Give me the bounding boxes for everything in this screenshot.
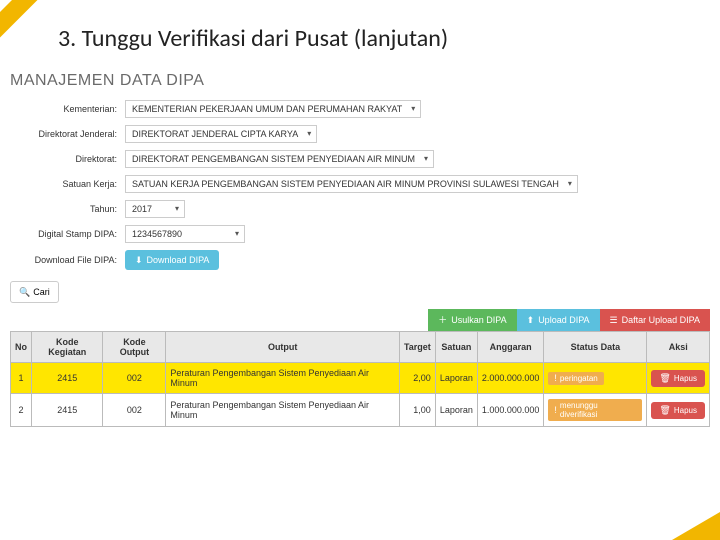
select-direktorat[interactable]: DIREKTORAT PENGEMBANGAN SISTEM PENYEDIAA… — [125, 150, 434, 168]
download-icon: ⬇ — [135, 256, 143, 265]
table-cell: 1 — [11, 363, 32, 394]
label-satker: Satuan Kerja: — [10, 179, 125, 189]
select-satker[interactable]: SATUAN KERJA PENGEMBANGAN SISTEM PENYEDI… — [125, 175, 578, 193]
table-cell: 1.000.000.000 — [477, 394, 544, 427]
usulkan-dipa-button[interactable]: ＋ Usulkan DIPA — [428, 309, 516, 331]
upload-icon: ⬆ — [527, 316, 535, 325]
bottom-accent — [672, 512, 720, 540]
delete-button[interactable]: 🗑 Hapus — [651, 370, 705, 387]
select-kementerian[interactable]: KEMENTERIAN PEKERJAAN UMUM DAN PERUMAHAN… — [125, 100, 421, 118]
action-cell: 🗑 Hapus — [647, 394, 710, 427]
label-tahun: Tahun: — [10, 204, 125, 214]
table-header: Aksi — [647, 332, 710, 363]
table-cell: 2415 — [32, 394, 103, 427]
select-dirjen[interactable]: DIREKTORAT JENDERAL CIPTA KARYA — [125, 125, 317, 143]
usulkan-label: Usulkan DIPA — [451, 315, 506, 325]
table-header: Kode Kegiatan — [32, 332, 103, 363]
status-badge: ! peringatan — [548, 372, 603, 385]
status-cell: ! peringatan — [544, 363, 647, 394]
table-cell: Peraturan Pengembangan Sistem Penyediaan… — [166, 394, 400, 427]
table-cell: 1,00 — [399, 394, 435, 427]
select-tahun[interactable]: 2017 — [125, 200, 185, 218]
table-cell: 002 — [103, 363, 166, 394]
table-header: Target — [399, 332, 435, 363]
label-dirjen: Direktorat Jenderal: — [10, 129, 125, 139]
table-cell: 2,00 — [399, 363, 435, 394]
action-toolbar: ＋ Usulkan DIPA ⬆ Upload DIPA ☰ Daftar Up… — [10, 309, 710, 331]
label-direktorat: Direktorat: — [10, 154, 125, 164]
download-dipa-button[interactable]: ⬇ Download DIPA — [125, 250, 219, 270]
table-cell: 002 — [103, 394, 166, 427]
table-cell: 2415 — [32, 363, 103, 394]
status-badge: ! menunggu diverifikasi — [548, 399, 642, 421]
table-cell: 2.000.000.000 — [477, 363, 544, 394]
label-download: Download File DIPA: — [10, 255, 125, 265]
table-cell: Laporan — [435, 363, 477, 394]
table-cell: Peraturan Pengembangan Sistem Penyediaan… — [166, 363, 400, 394]
table-header: Kode Output — [103, 332, 166, 363]
label-stamp: Digital Stamp DIPA: — [10, 229, 125, 239]
table-cell: 2 — [11, 394, 32, 427]
list-icon: ☰ — [610, 316, 618, 325]
table-header: Output — [166, 332, 400, 363]
table-header: Anggaran — [477, 332, 544, 363]
trash-icon: 🗑 — [659, 374, 670, 383]
table-row: 12415002Peraturan Pengembangan Sistem Pe… — [11, 363, 710, 394]
table-header: Satuan — [435, 332, 477, 363]
status-cell: ! menunggu diverifikasi — [544, 394, 647, 427]
table-header: Status Data — [544, 332, 647, 363]
data-table: NoKode KegiatanKode OutputOutputTargetSa… — [10, 331, 710, 427]
table-cell: Laporan — [435, 394, 477, 427]
action-cell: 🗑 Hapus — [647, 363, 710, 394]
select-stamp[interactable]: 1234567890 — [125, 225, 245, 243]
warning-icon: ! — [554, 374, 557, 383]
daftar-label: Daftar Upload DIPA — [622, 315, 700, 325]
warning-icon: ! — [554, 406, 557, 415]
label-kementerian: Kementerian: — [10, 104, 125, 114]
upload-dipa-button[interactable]: ⬆ Upload DIPA — [517, 309, 600, 331]
table-row: 22415002Peraturan Pengembangan Sistem Pe… — [11, 394, 710, 427]
daftar-upload-button[interactable]: ☰ Daftar Upload DIPA — [600, 309, 710, 331]
delete-button[interactable]: 🗑 Hapus — [651, 402, 705, 419]
search-button-label: Cari — [33, 287, 50, 297]
upload-label: Upload DIPA — [538, 315, 589, 325]
download-button-label: Download DIPA — [147, 255, 210, 265]
page-title: MANAJEMEN DATA DIPA — [10, 72, 710, 90]
app-screenshot: MANAJEMEN DATA DIPA Kementerian: KEMENTE… — [10, 72, 710, 427]
trash-icon: 🗑 — [659, 406, 670, 415]
slide-title: 3. Tunggu Verifikasi dari Pusat (lanjuta… — [48, 18, 690, 59]
table-header: No — [11, 332, 32, 363]
plus-icon: ＋ — [438, 316, 447, 325]
search-button[interactable]: 🔍 Cari — [10, 281, 59, 303]
search-icon: 🔍 — [19, 288, 30, 297]
